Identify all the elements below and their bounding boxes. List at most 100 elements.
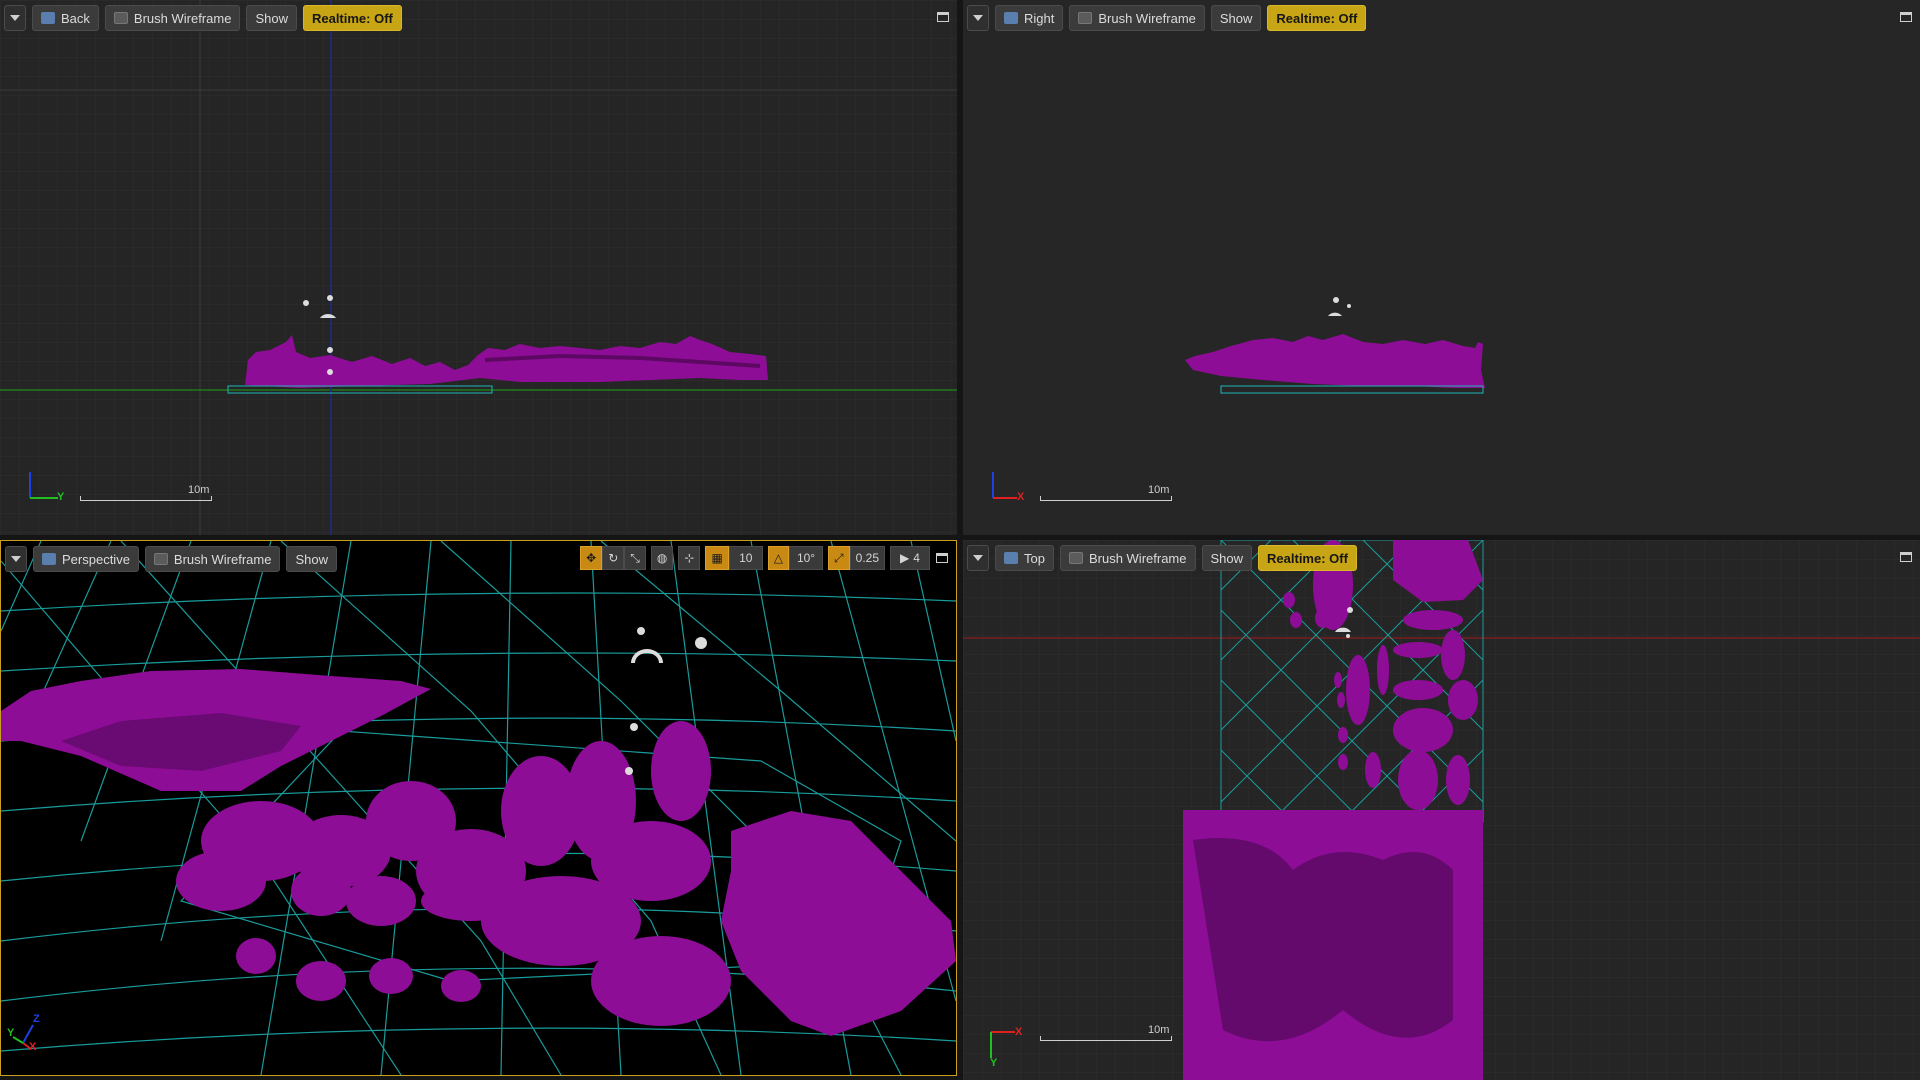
show-label: Show: [255, 10, 288, 26]
viewport-options-button[interactable]: [5, 546, 27, 572]
scale-snap-value[interactable]: 0.25: [849, 546, 885, 570]
transform-mode-group: ✥ ↻ ⤡: [580, 546, 646, 570]
axis-gizmo: X Y Z: [7, 1009, 51, 1053]
camera-label: Back: [61, 10, 90, 26]
camera-label: Top: [1024, 550, 1045, 566]
camera-speed-button[interactable]: ▶ 4: [890, 546, 930, 570]
scale-line: [1040, 496, 1172, 501]
show-button[interactable]: Show: [1201, 545, 1253, 571]
view-mode-label: Brush Wireframe: [173, 551, 272, 567]
camera-type-button[interactable]: Perspective: [33, 546, 139, 572]
rotation-snap-icon[interactable]: △: [767, 546, 790, 570]
camera-label: Perspective: [62, 551, 130, 567]
grid: [0, 0, 957, 535]
show-button[interactable]: Show: [246, 5, 297, 31]
view-mode-label: Brush Wireframe: [133, 10, 232, 26]
chevron-down-icon: [11, 556, 21, 562]
scale-snap-group: ⤢ 0.25: [828, 546, 885, 570]
axis-gizmo: X Y: [987, 1026, 1031, 1070]
maximize-icon[interactable]: [936, 553, 948, 563]
back-scene[interactable]: [0, 0, 957, 535]
coordinate-space-group: ◍: [650, 546, 674, 570]
scale-line: [1040, 1036, 1172, 1041]
camera-speed-group: ▶ 4: [890, 546, 930, 570]
perspective-scene[interactable]: [1, 541, 956, 1075]
realtime-button[interactable]: Realtime: Off: [1258, 545, 1357, 571]
wireframe-icon: [153, 553, 168, 565]
realtime-label: Realtime: Off: [1267, 550, 1348, 566]
axis-y-label: Y: [990, 1057, 998, 1069]
view-mode-button[interactable]: Brush Wireframe: [1059, 545, 1196, 571]
realtime-label: Realtime: Off: [1276, 10, 1358, 26]
scale-label: 10m: [1148, 1024, 1170, 1036]
mesh-shading: [1193, 838, 1453, 1042]
camera-type-button[interactable]: Back: [32, 5, 99, 31]
surface-snap-group: ⊹: [678, 546, 701, 570]
axis-gizmo: Y: [26, 466, 70, 510]
show-button[interactable]: Show: [1210, 5, 1262, 31]
background: [963, 0, 1920, 535]
axis-x-label: X: [1015, 1026, 1023, 1038]
viewport-right[interactable]: Right Brush Wireframe Show Realtime: Off…: [963, 0, 1920, 535]
view-mode-button[interactable]: Brush Wireframe: [104, 5, 241, 31]
view-mode-label: Brush Wireframe: [1088, 550, 1187, 566]
axis-x-label: X: [29, 1041, 37, 1053]
realtime-button[interactable]: Realtime: Off: [302, 5, 402, 31]
show-label: Show: [1210, 550, 1244, 566]
top-scene[interactable]: [963, 540, 1920, 1080]
maximize-icon[interactable]: [937, 12, 949, 22]
view-mode-button[interactable]: Brush Wireframe: [1069, 5, 1205, 31]
camera-type-button[interactable]: Top: [995, 545, 1054, 571]
top-toolbar: Top Brush Wireframe Show Realtime: Off: [967, 544, 1357, 572]
scale-bar: 10m: [80, 484, 220, 504]
axis-x-label: X: [1017, 491, 1025, 503]
rotation-snap-group: △ 10°: [767, 546, 824, 570]
scale-bar: 10m: [1040, 1024, 1180, 1044]
viewport-options-button[interactable]: [4, 5, 26, 31]
realtime-button[interactable]: Realtime: Off: [1267, 5, 1367, 31]
scale-bar: 10m: [1040, 484, 1180, 504]
realtime-label: Realtime: Off: [311, 10, 393, 26]
surface-snap-icon[interactable]: ⊹: [678, 546, 701, 570]
camera-icon: [1004, 552, 1018, 564]
camera-type-button[interactable]: Right: [995, 5, 1064, 31]
axis-y-label: Y: [57, 491, 65, 503]
wireframe-icon: [1078, 12, 1093, 24]
show-button[interactable]: Show: [286, 546, 337, 572]
viewport-options-button[interactable]: [967, 545, 989, 571]
scale-snap-icon[interactable]: ⤢: [828, 546, 850, 570]
scale-label: 10m: [1148, 484, 1170, 496]
wireframe-icon: [113, 12, 128, 24]
viewport-top[interactable]: Top Brush Wireframe Show Realtime: Off X…: [963, 540, 1920, 1080]
viewport-options-button[interactable]: [967, 5, 989, 31]
chevron-down-icon: [10, 15, 20, 21]
back-toolbar: Back Brush Wireframe Show Realtime: Off: [4, 4, 402, 32]
viewport-perspective[interactable]: Perspective Brush Wireframe Show ✥ ↻ ⤡ ◍…: [0, 540, 957, 1076]
rotate-icon[interactable]: ↻: [602, 546, 625, 570]
grid-snap-group: ▦ 10: [705, 546, 763, 570]
wireframe-icon: [1068, 552, 1083, 564]
grid-snap-value[interactable]: 10: [728, 546, 763, 570]
view-mode-button[interactable]: Brush Wireframe: [144, 546, 281, 572]
camera-icon: [42, 553, 56, 565]
viewport-back[interactable]: Back Brush Wireframe Show Realtime: Off …: [0, 0, 957, 535]
camera-speed-value: 4: [913, 551, 920, 565]
world-icon[interactable]: ◍: [650, 546, 674, 570]
rotation-snap-value[interactable]: 10°: [789, 546, 824, 570]
translate-icon[interactable]: ✥: [580, 546, 603, 570]
right-scene[interactable]: [963, 0, 1920, 535]
maximize-icon[interactable]: [1900, 552, 1912, 562]
scale-label: 10m: [188, 484, 210, 496]
show-label: Show: [295, 551, 328, 567]
camera-icon: [41, 12, 55, 24]
camera-label: Right: [1024, 10, 1055, 26]
view-mode-label: Brush Wireframe: [1098, 10, 1196, 26]
maximize-icon[interactable]: [1900, 12, 1912, 22]
show-label: Show: [1219, 10, 1253, 26]
grid-snap-icon[interactable]: ▦: [705, 546, 729, 570]
scale-icon[interactable]: ⤡: [624, 546, 646, 570]
camera-speed-icon: ▶: [900, 551, 910, 565]
right-toolbar: Right Brush Wireframe Show Realtime: Off: [967, 4, 1367, 32]
scale-line: [80, 496, 212, 501]
axis-gizmo: X: [989, 466, 1033, 510]
